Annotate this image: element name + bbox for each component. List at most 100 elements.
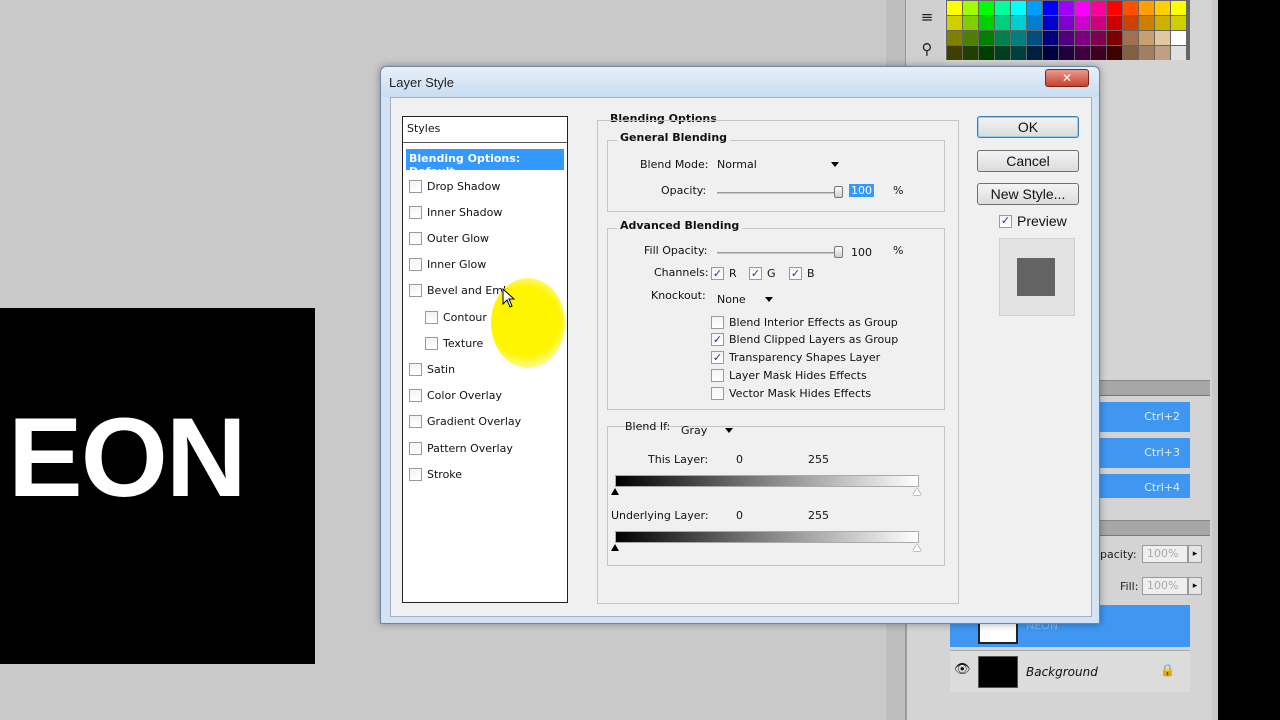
blend-mode-select[interactable]: Normal — [713, 156, 843, 175]
adjust-icon[interactable]: ⚲ — [916, 40, 938, 58]
color-swatch[interactable] — [1155, 31, 1170, 45]
blending-options-item[interactable]: Blending Options: Default — [406, 149, 564, 178]
color-swatch[interactable] — [1075, 46, 1090, 60]
color-swatch[interactable] — [947, 31, 962, 45]
close-button[interactable]: ✕ — [1045, 69, 1089, 87]
color-swatch[interactable] — [1027, 16, 1042, 30]
advanced-option-checkbox[interactable]: Vector Mask Hides Effects — [711, 384, 871, 402]
layer-opacity-field[interactable]: 100% — [1142, 545, 1188, 563]
color-swatch[interactable] — [963, 1, 978, 15]
color-swatch[interactable] — [1043, 1, 1058, 15]
fill-arrow-icon[interactable]: ▸ — [1188, 577, 1202, 595]
style-item-stroke[interactable]: Stroke — [409, 465, 462, 483]
advanced-option-checkbox[interactable]: Layer Mask Hides Effects — [711, 366, 867, 384]
color-swatch[interactable] — [995, 46, 1010, 60]
cancel-button[interactable]: Cancel — [977, 150, 1079, 172]
channel-row-blue[interactable]: Ctrl+4 — [1100, 474, 1190, 498]
dialog-titlebar[interactable]: Layer Style ✕ — [381, 67, 1099, 97]
preview-checkbox[interactable]: ✓ Preview — [999, 212, 1067, 230]
opacity-slider-track[interactable] — [717, 192, 839, 194]
color-swatch[interactable] — [1139, 31, 1154, 45]
color-swatch[interactable] — [979, 46, 994, 60]
style-item-texture[interactable]: Texture — [425, 334, 483, 352]
sliders-icon[interactable]: ≡ — [916, 8, 938, 26]
color-swatch[interactable] — [1043, 16, 1058, 30]
checkbox[interactable] — [409, 179, 422, 193]
checkbox[interactable] — [409, 205, 422, 219]
color-swatch[interactable] — [1171, 1, 1186, 15]
checkbox[interactable] — [409, 389, 422, 403]
checkbox[interactable] — [425, 336, 438, 350]
style-item-drop-shadow[interactable]: Drop Shadow — [409, 177, 500, 195]
channel-b-checkbox[interactable]: ✓ B — [789, 264, 815, 282]
fill-opacity-input[interactable]: 100 — [851, 246, 872, 259]
color-swatch[interactable] — [1171, 31, 1186, 45]
color-swatch[interactable] — [947, 46, 962, 60]
color-swatch[interactable] — [1043, 31, 1058, 45]
fill-opacity-slider-track[interactable] — [717, 252, 839, 254]
color-swatch[interactable] — [1139, 16, 1154, 30]
underlying-layer-black-slider[interactable] — [611, 544, 619, 551]
color-swatch[interactable] — [1155, 46, 1170, 60]
color-swatch[interactable] — [1171, 46, 1186, 60]
color-swatch[interactable] — [1059, 1, 1074, 15]
color-swatch[interactable] — [1091, 1, 1106, 15]
color-swatch[interactable] — [963, 46, 978, 60]
eye-icon[interactable]: 👁 — [954, 662, 971, 677]
color-swatch[interactable] — [1123, 31, 1138, 45]
style-item-gradient-overlay[interactable]: Gradient Overlay — [409, 413, 521, 431]
color-swatch[interactable] — [995, 1, 1010, 15]
checkbox[interactable] — [409, 258, 422, 272]
color-swatch[interactable] — [979, 1, 994, 15]
opacity-slider-thumb[interactable] — [834, 186, 843, 198]
color-swatch[interactable] — [1027, 1, 1042, 15]
color-swatch[interactable] — [1139, 1, 1154, 15]
checkbox[interactable] — [409, 284, 422, 298]
color-swatch[interactable] — [1107, 46, 1122, 60]
fill-opacity-slider-thumb[interactable] — [834, 246, 843, 258]
style-item-satin[interactable]: Satin — [409, 360, 455, 378]
color-swatch[interactable] — [1155, 1, 1170, 15]
styles-header[interactable]: Styles — [403, 117, 567, 143]
checkbox[interactable] — [409, 362, 422, 376]
channel-row-green[interactable]: Ctrl+3 — [1100, 438, 1190, 468]
color-swatch[interactable] — [947, 1, 962, 15]
checkbox[interactable] — [409, 415, 422, 429]
opacity-arrow-icon[interactable]: ▸ — [1188, 545, 1202, 563]
color-swatch[interactable] — [1027, 31, 1042, 45]
style-item-outer-glow[interactable]: Outer Glow — [409, 229, 489, 247]
style-item-contour[interactable]: Contour — [425, 308, 487, 326]
color-swatch[interactable] — [1011, 16, 1026, 30]
channel-g-checkbox[interactable]: ✓ G — [749, 264, 776, 282]
checkbox[interactable] — [409, 441, 422, 455]
color-swatch[interactable] — [947, 16, 962, 30]
layer-fill-field[interactable]: 100% — [1142, 577, 1188, 595]
checkbox[interactable] — [409, 231, 422, 245]
color-swatch[interactable] — [1155, 16, 1170, 30]
color-swatch[interactable] — [995, 16, 1010, 30]
channel-row-red[interactable]: Ctrl+2 — [1100, 402, 1190, 432]
color-swatch[interactable] — [1059, 31, 1074, 45]
color-swatch[interactable] — [1091, 16, 1106, 30]
color-swatch[interactable] — [1123, 46, 1138, 60]
color-swatch[interactable] — [1011, 1, 1026, 15]
channel-r-checkbox[interactable]: ✓ R — [711, 264, 737, 282]
this-layer-white-slider[interactable] — [913, 488, 921, 495]
color-swatch[interactable] — [1107, 1, 1122, 15]
color-swatch[interactable] — [1043, 46, 1058, 60]
color-swatch[interactable] — [995, 31, 1010, 45]
color-swatch[interactable] — [1139, 46, 1154, 60]
checkbox[interactable] — [425, 310, 438, 324]
advanced-option-checkbox[interactable]: Blend Interior Effects as Group — [711, 313, 898, 331]
knockout-select[interactable]: None — [713, 291, 777, 310]
opacity-input[interactable]: 100 — [849, 184, 874, 197]
color-swatch[interactable] — [1171, 16, 1186, 30]
new-style-button[interactable]: New Style... — [977, 183, 1079, 205]
color-swatch[interactable] — [963, 16, 978, 30]
style-item-color-overlay[interactable]: Color Overlay — [409, 387, 502, 405]
color-swatch[interactable] — [1027, 46, 1042, 60]
color-swatch[interactable] — [1091, 46, 1106, 60]
swatches-grid[interactable] — [946, 0, 1190, 60]
color-swatch[interactable] — [1011, 31, 1026, 45]
channels-panel-tab[interactable] — [1100, 380, 1210, 396]
